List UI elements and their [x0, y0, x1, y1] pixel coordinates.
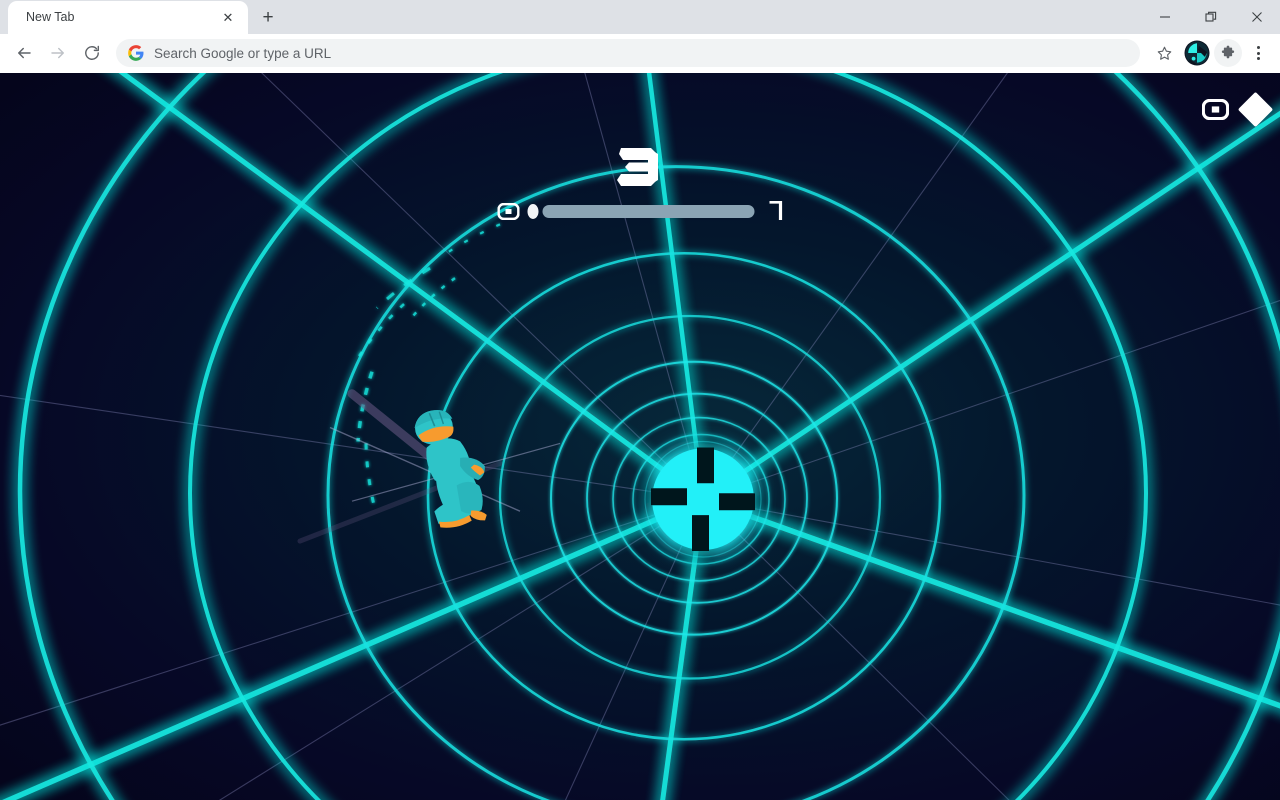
- reload-button[interactable]: [76, 37, 108, 69]
- avatar: [1184, 40, 1210, 66]
- browser-toolbar: Search Google or type a URL: [0, 34, 1280, 73]
- google-g-icon: [128, 45, 144, 61]
- new-tab-button[interactable]: +: [254, 3, 282, 31]
- tab-close-icon[interactable]: ✕: [218, 8, 238, 28]
- browser-window: New Tab ✕ + Search Google or type a URL: [0, 0, 1280, 800]
- back-button[interactable]: [8, 37, 40, 69]
- address-bar-placeholder: Search Google or type a URL: [154, 45, 332, 61]
- tab-strip: New Tab ✕ +: [0, 0, 1280, 34]
- minimize-button[interactable]: [1142, 0, 1188, 34]
- game-canvas: [0, 73, 1280, 800]
- address-bar[interactable]: Search Google or type a URL: [116, 39, 1140, 67]
- game-viewport[interactable]: [0, 73, 1280, 800]
- extensions-button[interactable]: [1214, 39, 1242, 67]
- close-button[interactable]: [1234, 0, 1280, 34]
- window-controls: [1142, 0, 1280, 34]
- menu-dot: [1256, 51, 1260, 55]
- bookmark-star-button[interactable]: [1148, 37, 1180, 69]
- tab-title: New Tab: [26, 10, 75, 24]
- chrome-menu-button[interactable]: [1244, 37, 1272, 69]
- puzzle-piece-icon: [1221, 45, 1235, 59]
- toolbar-actions: [1148, 37, 1272, 69]
- forward-button[interactable]: [42, 37, 74, 69]
- maximize-button[interactable]: [1188, 0, 1234, 34]
- plus-icon: +: [262, 6, 274, 28]
- menu-dot: [1256, 46, 1260, 49]
- profile-avatar-button[interactable]: [1182, 38, 1212, 68]
- menu-dot: [1256, 57, 1260, 60]
- browser-tab-new-tab[interactable]: New Tab ✕: [8, 1, 248, 34]
